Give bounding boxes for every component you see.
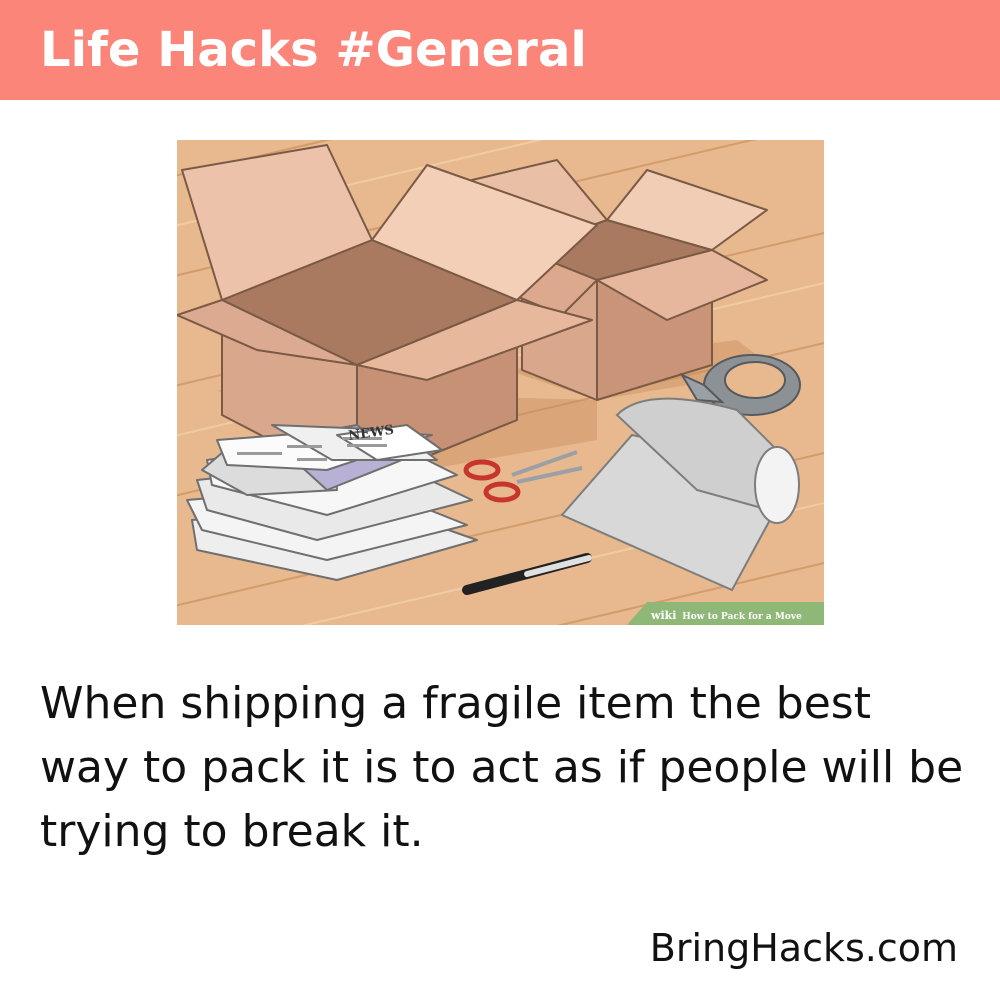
wikihow-watermark: wiki How to Pack for a Move [627,602,824,625]
watermark-brand: wiki [650,609,676,622]
header-banner: Life Hacks #General [0,0,1000,100]
life-hack-text: When shipping a fragile item the best wa… [40,678,964,857]
page-title: Life Hacks #General [40,22,587,78]
site-credit: BringHacks.com [649,926,958,970]
watermark-text: How to Pack for a Move [682,612,802,622]
packing-illustration: NEWS wiki How to Pack for a Move [177,140,824,625]
